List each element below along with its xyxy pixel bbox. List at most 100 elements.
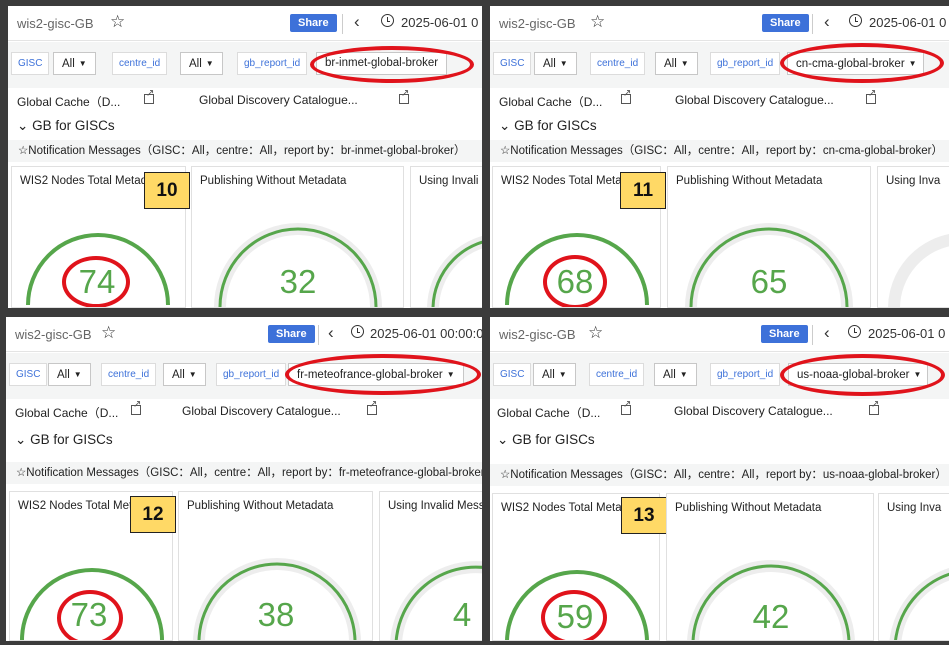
global-cache-link[interactable]: Global Cache（D... (17, 93, 120, 110)
gauge-title: Publishing Without Metadata (675, 502, 822, 514)
discovery-catalogue-link[interactable]: Global Discovery Catalogue... (674, 404, 833, 418)
external-link-icon[interactable] (621, 399, 631, 415)
dashboard-panel-13: wis2-gisc-GB ☆ Share ‹ 2025-06-01 0 GISC… (490, 317, 949, 641)
dashboard-title[interactable]: wis2-gisc-GB (17, 16, 94, 31)
star-icon[interactable]: ☆ (101, 323, 116, 343)
dashboard-title[interactable]: wis2-gisc-GB (499, 16, 576, 31)
gisc-select[interactable]: All ▼ (53, 52, 96, 75)
notification-messages-header[interactable]: ☆Notification Messages（GISC：All，centre：A… (6, 462, 482, 484)
row-title[interactable]: ⌄ GB for GISCs (15, 432, 113, 448)
time-range-picker[interactable]: 2025-06-01 00:00:00 (370, 326, 482, 341)
discovery-catalogue-link[interactable]: Global Discovery Catalogue... (675, 93, 834, 107)
gauge-value: 4 (452, 596, 472, 633)
gauge-panel-invalid-metadata[interactable]: Using Inva (877, 166, 949, 308)
global-cache-link[interactable]: Global Cache（D... (499, 93, 602, 110)
gisc-select[interactable]: All ▼ (48, 363, 91, 386)
chevron-left-icon[interactable]: ‹ (824, 12, 830, 32)
gb-report-id-select[interactable]: cn-cma-global-broker ▼ (787, 52, 924, 75)
time-range-picker[interactable]: 2025-06-01 0 (868, 326, 945, 341)
notification-messages-header[interactable]: ☆Notification Messages（GISC：All，centre：A… (490, 464, 949, 486)
variables-bar: GISC All ▼ centre_id All ▼ gb_report_id us… (490, 353, 949, 399)
gauge-value: 42 (752, 598, 790, 635)
time-range-picker[interactable]: 2025-06-01 0 (869, 15, 946, 30)
chevron-down-icon: ⌄ (499, 118, 515, 133)
share-button[interactable]: Share (268, 325, 315, 343)
chevron-down-icon: ▼ (679, 370, 688, 379)
external-link-icon[interactable] (144, 88, 154, 104)
centre-id-select[interactable]: All ▼ (655, 52, 698, 75)
row-title-text: GB for GISCs (30, 432, 113, 447)
gauge-panel-publishing-without-metadata[interactable]: Publishing Without Metadata 38 (178, 491, 373, 641)
gauge-panel-publishing-without-metadata[interactable]: Publishing Without Metadata 65 (667, 166, 871, 308)
dashboard-title[interactable]: wis2-gisc-GB (15, 327, 92, 342)
global-cache-link[interactable]: Global Cache（D... (497, 404, 600, 421)
time-range-picker[interactable]: 2025-06-01 0 (401, 15, 478, 30)
clock-icon[interactable] (849, 14, 862, 27)
gauge-value: 59 (556, 598, 594, 635)
gauge-title: Using Inva (887, 502, 942, 514)
share-button[interactable]: Share (762, 14, 809, 32)
gb-report-id-select[interactable]: fr-meteofrance-global-broker ▼ (288, 363, 464, 386)
gauge-panel-invalid-metadata[interactable]: Using Invalid Mess 4 (379, 491, 482, 641)
star-icon[interactable]: ☆ (588, 323, 603, 343)
centre-id-select[interactable]: All ▼ (654, 363, 697, 386)
gauge-title: WIS2 Nodes Total Metadata (20, 175, 163, 187)
divider (812, 14, 813, 34)
star-icon[interactable]: ☆ (590, 12, 605, 32)
row-title-text: GB for GISCs (32, 118, 115, 133)
gisc-select[interactable]: All ▼ (534, 52, 577, 75)
gisc-select[interactable]: All ▼ (533, 363, 576, 386)
gauge-arc (888, 234, 949, 307)
variables-bar: GISC All ▼ centre_id All ▼ gb_report_id br… (8, 42, 482, 88)
gauge-arc (889, 567, 949, 640)
gb-report-id-variable-label: gb_report_id (710, 52, 781, 75)
clock-icon[interactable] (848, 325, 861, 338)
external-link-icon[interactable] (869, 399, 879, 415)
external-link-icon[interactable] (367, 399, 377, 415)
gauge-title: Using Invalid Mess (388, 500, 482, 512)
external-link-icon[interactable] (866, 88, 876, 104)
chevron-down-icon: ▼ (78, 59, 87, 68)
gb-report-id-variable-label: gb_report_id (710, 363, 781, 386)
chevron-left-icon[interactable]: ‹ (824, 323, 830, 343)
notification-messages-header[interactable]: ☆Notification Messages（GISC：All，centre：A… (8, 140, 482, 162)
chevron-down-icon: ▼ (908, 59, 917, 68)
notification-messages-header[interactable]: ☆Notification Messages（GISC：All，centre：A… (490, 140, 949, 162)
chevron-left-icon[interactable]: ‹ (354, 12, 360, 32)
chevron-down-icon: ▼ (680, 59, 689, 68)
centre-id-variable-label: centre_id (101, 363, 157, 386)
dashboard-title[interactable]: wis2-gisc-GB (499, 327, 576, 342)
row-title[interactable]: ⌄ GB for GISCs (499, 118, 597, 134)
gauge-value: 68 (556, 263, 594, 300)
share-button[interactable]: Share (290, 14, 337, 32)
gauge-panel-publishing-without-metadata[interactable]: Publishing Without Metadata 32 (191, 166, 404, 308)
centre-id-select[interactable]: All ▼ (180, 52, 223, 75)
external-link-icon[interactable] (621, 88, 631, 104)
discovery-catalogue-link[interactable]: Global Discovery Catalogue... (199, 93, 358, 107)
centre-id-select[interactable]: All ▼ (163, 363, 206, 386)
discovery-catalogue-link[interactable]: Global Discovery Catalogue... (182, 404, 341, 418)
star-icon[interactable]: ☆ (110, 12, 125, 32)
gauge-value: 38 (257, 596, 295, 633)
share-button[interactable]: Share (761, 325, 808, 343)
clock-icon[interactable] (351, 325, 364, 338)
gauge-panel-publishing-without-metadata[interactable]: Publishing Without Metadata 42 (666, 493, 874, 641)
gb-report-id-select[interactable]: us-noaa-global-broker ▼ (788, 363, 929, 386)
chevron-down-icon: ▼ (913, 370, 922, 379)
row-title[interactable]: ⌄ GB for GISCs (17, 118, 115, 134)
gauge-panel-invalid-metadata[interactable]: Using Invali (410, 166, 482, 308)
chevron-down-icon: ▼ (205, 59, 214, 68)
row-title[interactable]: ⌄ GB for GISCs (497, 432, 595, 448)
gb-report-id-select[interactable]: br-inmet-global-broker (316, 52, 448, 75)
global-cache-link[interactable]: Global Cache（D... (15, 404, 118, 421)
external-link-icon[interactable] (399, 88, 409, 104)
external-link-icon[interactable] (131, 399, 141, 415)
clock-icon[interactable] (381, 14, 394, 27)
gisc-variable-label: GISC (493, 363, 532, 386)
gauge-panel-invalid-metadata[interactable]: Using Inva (878, 493, 949, 641)
gauge-value: 65 (750, 263, 788, 300)
gauge-value: 32 (279, 263, 317, 300)
panel-number-badge: 11 (620, 172, 666, 209)
chevron-left-icon[interactable]: ‹ (328, 323, 334, 343)
row-title-text: GB for GISCs (514, 118, 597, 133)
